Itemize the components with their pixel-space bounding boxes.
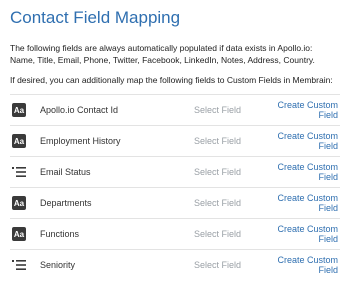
select-field-dropdown[interactable]: Select Field (194, 229, 264, 239)
create-custom-field-link[interactable]: Create Custom Field (264, 224, 340, 244)
field-label: Departments (40, 198, 92, 208)
field-label: Functions (40, 229, 80, 239)
field-label: Email Status (40, 167, 91, 177)
text-type-icon: Aa (12, 227, 26, 241)
auto-fields-list: Name, Title, Email, Phone, Twitter, Face… (10, 55, 315, 65)
mapping-row-departments: Aa Departments Select Field Create Custo… (10, 187, 340, 218)
mapping-row-apollo-contact-id: Aa Apollo.io Contact Id Select Field Cre… (10, 94, 340, 125)
list-type-icon (12, 167, 26, 177)
field-label: Employment History (40, 136, 121, 146)
mapping-rows: Aa Apollo.io Contact Id Select Field Cre… (10, 94, 340, 280)
field-mapping-panel: Contact Field Mapping The following fiel… (0, 0, 350, 280)
select-field-dropdown[interactable]: Select Field (194, 105, 264, 115)
intro-text: The following fields are always automati… (10, 43, 313, 53)
page-title: Contact Field Mapping (10, 8, 181, 27)
create-custom-field-link[interactable]: Create Custom Field (264, 193, 340, 213)
custom-mapping-hint: If desired, you can additionally map the… (10, 75, 333, 85)
mapping-row-seniority: Seniority Select Field Create Custom Fie… (10, 249, 340, 280)
mapping-row-functions: Aa Functions Select Field Create Custom … (10, 218, 340, 249)
field-label: Seniority (40, 260, 76, 270)
create-custom-field-link[interactable]: Create Custom Field (264, 131, 340, 151)
mapping-row-email-status: Email Status Select Field Create Custom … (10, 156, 340, 187)
text-type-icon: Aa (12, 196, 26, 210)
select-field-dropdown[interactable]: Select Field (194, 198, 264, 208)
create-custom-field-link[interactable]: Create Custom Field (264, 100, 340, 120)
select-field-dropdown[interactable]: Select Field (194, 260, 264, 270)
select-field-dropdown[interactable]: Select Field (194, 136, 264, 146)
text-type-icon: Aa (12, 103, 26, 117)
text-type-icon: Aa (12, 134, 26, 148)
create-custom-field-link[interactable]: Create Custom Field (264, 255, 340, 275)
list-type-icon (12, 260, 26, 270)
field-label: Apollo.io Contact Id (40, 105, 119, 115)
select-field-dropdown[interactable]: Select Field (194, 167, 264, 177)
mapping-row-employment-history: Aa Employment History Select Field Creat… (10, 125, 340, 156)
create-custom-field-link[interactable]: Create Custom Field (264, 162, 340, 182)
